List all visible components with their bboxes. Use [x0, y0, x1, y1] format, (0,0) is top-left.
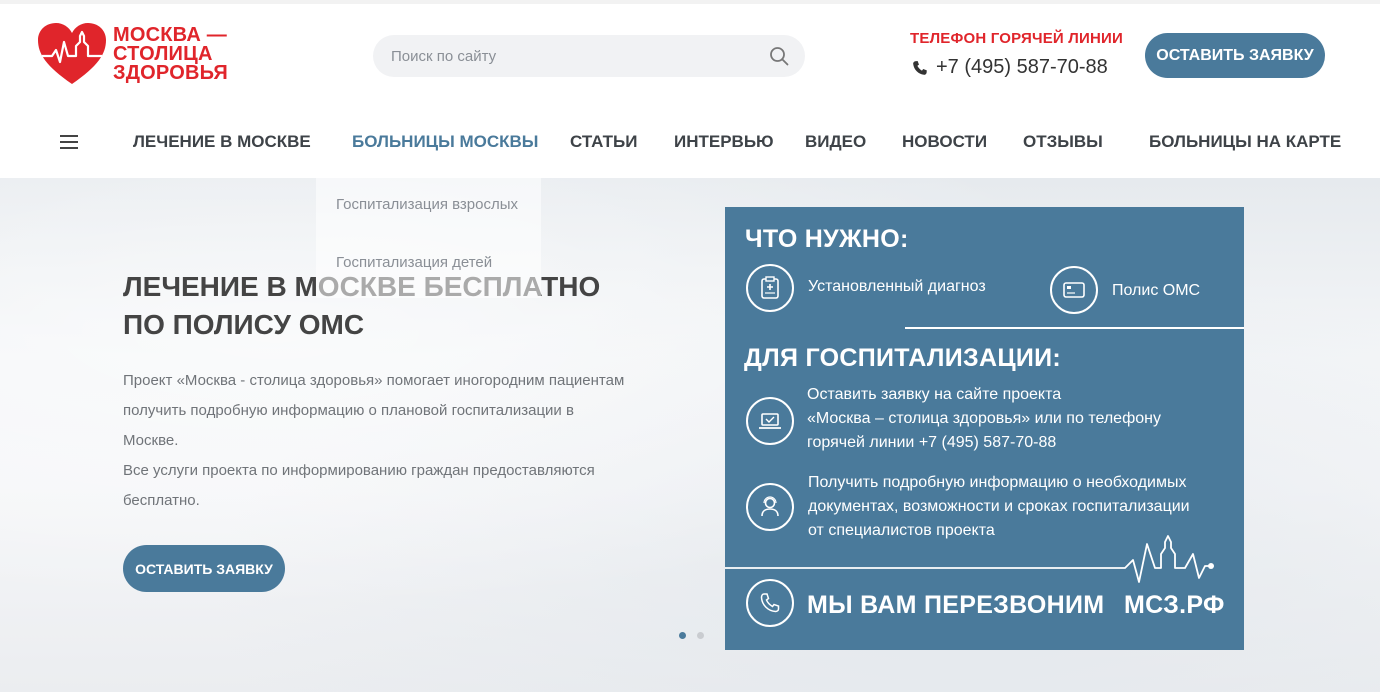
hero-text-line: Проект «Москва - столица здоровья» помог… — [123, 372, 625, 389]
diagnosis-icon — [746, 264, 794, 312]
dropdown-item-adults[interactable]: Госпитализация взрослых — [336, 196, 518, 213]
nav-item-news[interactable]: НОВОСТИ — [902, 132, 987, 152]
site-label[interactable]: МСЗ.РФ — [1124, 591, 1225, 620]
need-insurance: Полис ОМС — [1112, 282, 1201, 299]
dropdown-item-children[interactable]: Госпитализация детей — [336, 254, 492, 271]
search-box — [373, 35, 805, 77]
hospitalization-title: ДЛЯ ГОСПИТАЛИЗАЦИИ: — [744, 344, 1062, 372]
specialist-icon — [746, 483, 794, 531]
main-nav: ЛЕЧЕНИЕ В МОСКВЕ БОЛЬНИЦЫ МОСКВЫ СТАТЬИ … — [0, 116, 1380, 176]
hero-text-line: Все услуги проекта по информированию гра… — [123, 462, 595, 479]
phone-callback-icon[interactable] — [746, 579, 794, 627]
step1-text: Оставить заявку на сайте проекта «Москва… — [807, 383, 1161, 455]
search-icon[interactable] — [769, 46, 789, 66]
top-strip — [0, 0, 1380, 4]
hero-text-line: бесплатно. — [123, 492, 200, 509]
callback-label[interactable]: МЫ ВАМ ПЕРЕЗВОНИМ — [807, 591, 1104, 620]
nav-item-hospitals[interactable]: БОЛЬНИЦЫ МОСКВЫ — [352, 132, 538, 152]
hero-text-line: получить подробную информацию о плановой… — [123, 402, 574, 419]
search-input[interactable] — [391, 35, 761, 77]
nav-item-articles[interactable]: СТАТЬИ — [570, 132, 637, 152]
nav-item-treatment[interactable]: ЛЕЧЕНИЕ В МОСКВЕ — [133, 132, 311, 152]
hero-submit-request-button[interactable]: ОСТАВИТЬ ЗАЯВКУ — [123, 545, 285, 592]
laptop-request-icon — [746, 397, 794, 445]
slider-dot[interactable] — [697, 632, 704, 639]
nav-item-hospitals-map[interactable]: БОЛЬНИЦЫ НА КАРТЕ — [1149, 132, 1341, 152]
menu-burger-icon[interactable] — [60, 135, 78, 149]
hotline-phone-link[interactable]: +7 (495) 587-70-88 — [912, 56, 1108, 79]
hotline-label: ТЕЛЕФОН ГОРЯЧЕЙ ЛИНИИ — [910, 30, 1123, 47]
pulse-kremlin-line — [725, 535, 1214, 583]
hero-text-line: Москве. — [123, 432, 179, 449]
step2-line: документах, возможности и сроках госпита… — [808, 498, 1190, 515]
submit-request-button[interactable]: ОСТАВИТЬ ЗАЯВКУ — [1145, 33, 1325, 78]
site-logo[interactable]: МОСКВА — СТОЛИЦА ЗДОРОВЬЯ — [36, 22, 246, 88]
hero-description: Проект «Москва - столица здоровья» помог… — [123, 366, 633, 516]
divider — [905, 327, 1244, 329]
step1-line: Оставить заявку на сайте проекта — [807, 386, 1062, 403]
hospitals-dropdown: Госпитализация взрослых Госпитализация д… — [316, 178, 541, 298]
hotline-phone-number: +7 (495) 587-70-88 — [936, 56, 1108, 78]
step1-line: горячей линии +7 (495) 587-70-88 — [807, 434, 1057, 451]
phone-icon — [913, 60, 927, 75]
need-diagnosis: Установленный диагноз — [808, 278, 986, 295]
slider-dots — [679, 632, 704, 639]
need-title: ЧТО НУЖНО: — [745, 225, 909, 253]
nav-item-interviews[interactable]: ИНТЕРВЬЮ — [674, 132, 774, 152]
logo-text: МОСКВА — СТОЛИЦА ЗДОРОВЬЯ — [113, 25, 228, 84]
nav-item-reviews[interactable]: ОТЗЫВЫ — [1023, 132, 1103, 152]
step1-line: «Москва – столица здоровья» или по телеф… — [807, 410, 1161, 427]
logo-line: ЗДОРОВЬЯ — [113, 62, 228, 84]
info-panel: ЧТО НУЖНО: Установленный диагноз Полис О… — [725, 207, 1244, 650]
nav-item-video[interactable]: ВИДЕО — [805, 132, 866, 152]
step2-line: Получить подробную информацию о необходи… — [808, 474, 1187, 491]
heart-logo-icon — [38, 23, 106, 84]
slider-dot[interactable] — [679, 632, 686, 639]
insurance-card-icon — [1050, 266, 1098, 314]
